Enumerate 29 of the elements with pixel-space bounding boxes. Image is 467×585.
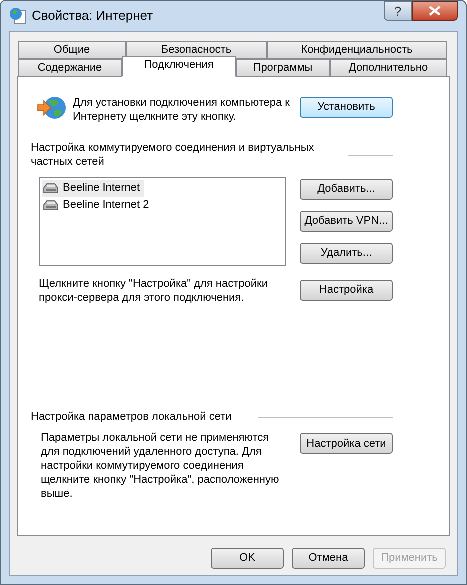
tab[interactable]: Программы xyxy=(236,59,330,77)
dialog-button[interactable]: OK xyxy=(211,548,284,569)
tab[interactable]: Дополнительно xyxy=(330,59,447,77)
tab[interactable]: Конфиденциальность xyxy=(267,41,447,59)
settings-button[interactable]: Настройка xyxy=(300,280,393,301)
proxy-text: Щелкните кнопку "Настройка" для настройки прокси-сервера для этого подключения. xyxy=(39,277,269,305)
close-button[interactable] xyxy=(412,1,458,21)
list-action-button[interactable]: Удалить... xyxy=(300,243,393,264)
dialog-button[interactable]: Отмена xyxy=(292,548,365,569)
tab[interactable]: Подключения xyxy=(122,56,236,77)
list-item[interactable]: Beeline Internet 2 xyxy=(42,197,154,214)
setup-text: Для установки подключения компьютера к Интернету щелкните эту кнопку. xyxy=(73,96,291,124)
list-action-button[interactable]: Добавить... xyxy=(300,179,393,200)
window-title: Свойства: Интернет xyxy=(32,7,154,26)
globe-page-icon xyxy=(9,7,27,25)
modem-icon xyxy=(42,198,60,212)
section-label: Настройка коммутируемого соединения и виртуальных частных сетей xyxy=(31,141,316,169)
lan-settings-button[interactable]: Настройка сети xyxy=(300,433,393,454)
help-button[interactable]: ? xyxy=(384,1,412,21)
tab[interactable]: Содержание xyxy=(18,59,122,77)
lan-text: Параметры локальной сети не применяются для подключений удаленного доступа. Для настройки коммутируемого соединения щелкните кнопку "Настройка", расположенную выше. xyxy=(41,430,280,500)
section-label: Настройка параметров локальной сети xyxy=(31,410,232,425)
setup-button[interactable]: Установить xyxy=(300,96,393,118)
tab[interactable]: Общие xyxy=(18,41,126,59)
close-icon xyxy=(429,6,441,16)
globe-arrow-icon xyxy=(37,94,67,122)
modem-icon xyxy=(42,182,60,196)
list-action-button[interactable]: Добавить VPN... xyxy=(300,211,393,232)
list-item[interactable]: Beeline Internet xyxy=(42,180,144,197)
